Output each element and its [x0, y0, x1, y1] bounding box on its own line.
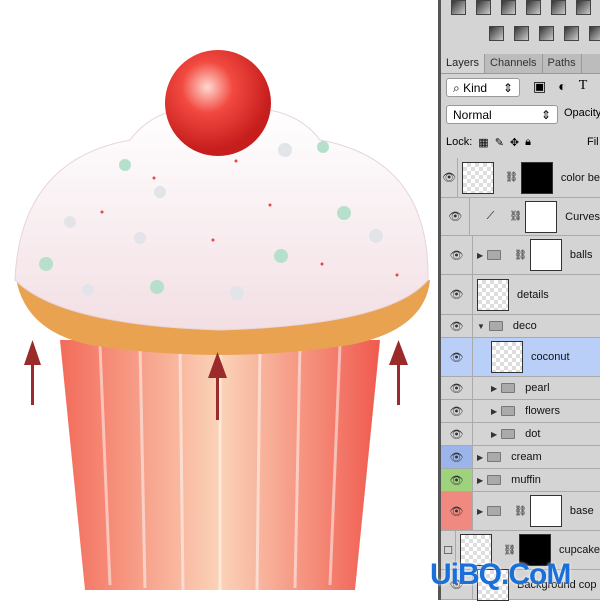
curves-icon: ⟋: [486, 210, 495, 222]
lock-row: Lock: ▦ ✎ ✥ 🔒︎: [446, 136, 531, 149]
layer-name: base: [569, 505, 594, 517]
mask-thumbnail: [525, 200, 558, 233]
layer-name: deco: [512, 320, 537, 332]
expand-triangle-icon[interactable]: ▶: [491, 430, 497, 439]
layer-thumbnail: [477, 278, 509, 311]
layer-row[interactable]: 👁︎ details: [441, 275, 600, 315]
stepper-icon: ⇕: [540, 108, 551, 122]
layer-row[interactable]: 👁︎ ⟋ ⛓ Curves: [441, 198, 600, 236]
adjustment-filter-icon: ◐: [558, 78, 567, 94]
expand-triangle-icon[interactable]: ▶: [491, 407, 497, 416]
filter-kind-select[interactable]: ⌕ Kind ⇕: [446, 78, 520, 97]
link-icon[interactable]: ⛓: [514, 250, 527, 261]
layer-name: balls: [569, 249, 593, 261]
link-icon[interactable]: ⛓: [509, 211, 522, 222]
adjustment-icons-row-1[interactable]: [451, 0, 591, 15]
layer-row[interactable]: 👁︎ coconut: [441, 338, 600, 377]
expand-triangle-icon[interactable]: ▶: [477, 453, 483, 462]
layer-name: color be: [560, 171, 600, 184]
stepper-icon: ⇕: [502, 81, 513, 95]
expand-triangle-icon[interactable]: ▶: [477, 507, 483, 516]
folder-icon: [487, 452, 502, 462]
fill-label: Fil: [587, 136, 599, 148]
folder-icon: [501, 429, 516, 439]
layer-thumbnail: [491, 341, 523, 373]
layer-row[interactable]: 👁︎ ▶ ⛓ base: [441, 492, 600, 531]
type-filter-icon: T: [578, 78, 588, 93]
layer-name: dot: [525, 428, 541, 440]
layer-name: details: [517, 288, 549, 301]
lock-transparent-icon[interactable]: ▦: [478, 136, 488, 149]
eye-icon[interactable]: 👁︎: [441, 338, 473, 376]
link-icon[interactable]: ⛓: [505, 172, 518, 183]
layer-name: flowers: [525, 405, 560, 417]
eye-icon[interactable]: 👁︎: [441, 198, 471, 235]
layer-row[interactable]: 👁︎ ▶ pearl: [441, 377, 600, 400]
layer-name: Curves: [565, 210, 600, 223]
layer-name: pearl: [525, 382, 550, 394]
watermark: UiBQ.CoM: [430, 558, 571, 591]
folder-icon: [487, 506, 502, 516]
eye-icon[interactable]: 👁︎: [441, 158, 459, 197]
lock-move-icon[interactable]: ✥: [510, 136, 519, 149]
layer-thumbnail: [462, 161, 495, 194]
eye-icon[interactable]: 👁︎: [441, 446, 473, 468]
folder-icon: [501, 383, 516, 393]
layer-row[interactable]: 👁︎ ⛓ color be: [441, 158, 600, 198]
layer-name: cream: [511, 451, 542, 463]
eye-icon[interactable]: 👁︎: [441, 377, 473, 399]
tab-layers[interactable]: Layers: [441, 54, 486, 73]
layer-row[interactable]: 👁︎ ▶ ⛓ balls: [441, 236, 600, 275]
eye-icon[interactable]: 👁︎: [441, 492, 473, 530]
layer-name: cupcake: [559, 544, 600, 556]
cupcake-illustration: [14, 50, 430, 591]
layer-name: coconut: [531, 351, 570, 363]
layer-name: muffin: [511, 474, 541, 486]
folder-icon: [501, 406, 516, 416]
link-icon[interactable]: ⛓: [514, 506, 527, 517]
layer-row[interactable]: 👁︎ ▶ muffin: [441, 469, 600, 492]
adjustment-icons-row-2[interactable]: [489, 26, 600, 41]
tab-channels[interactable]: Channels: [485, 54, 543, 73]
image-filter-icon: ▣: [533, 78, 547, 94]
layer-row[interactable]: 👁︎ ▼ deco: [441, 315, 600, 338]
folder-icon: [487, 475, 502, 485]
blend-mode-select[interactable]: Normal ⇕: [446, 105, 558, 124]
layer-row[interactable]: 👁︎ ▶ cream: [441, 446, 600, 469]
filter-icons[interactable]: ▣ ◐ T: [533, 78, 587, 95]
eye-icon[interactable]: 👁︎: [441, 236, 473, 274]
layer-row[interactable]: 👁︎ ▶ dot: [441, 423, 600, 446]
expand-triangle-icon[interactable]: ▶: [491, 384, 497, 393]
search-icon: ⌕: [453, 81, 464, 95]
eye-icon[interactable]: 👁︎: [441, 423, 473, 445]
mask-thumbnail: [520, 161, 553, 194]
tab-paths[interactable]: Paths: [543, 54, 582, 73]
eye-icon[interactable]: 👁︎: [441, 400, 473, 422]
lock-brush-icon[interactable]: ✎: [495, 136, 504, 149]
eye-icon[interactable]: 👁︎: [441, 275, 473, 314]
expand-triangle-icon[interactable]: ▶: [477, 476, 483, 485]
expand-triangle-icon[interactable]: ▼: [477, 322, 485, 331]
lock-all-icon[interactable]: 🔒︎: [525, 136, 531, 149]
eye-icon[interactable]: 👁︎: [441, 469, 473, 491]
panel-tabs: Layers Channels Paths: [441, 54, 600, 74]
expand-triangle-icon[interactable]: ▶: [477, 251, 483, 260]
link-icon[interactable]: ⛓: [503, 545, 516, 556]
mask-thumbnail: [529, 239, 562, 271]
layer-row[interactable]: 👁︎ ▶ flowers: [441, 400, 600, 423]
canvas[interactable]: [0, 0, 440, 600]
folder-icon: [487, 250, 502, 260]
opacity-label: Opacity: [564, 107, 600, 119]
layers-panel: Layers Channels Paths ⌕ Kind ⇕ ▣ ◐ T Norma…: [438, 0, 600, 601]
mask-thumbnail: [529, 495, 562, 527]
eye-icon[interactable]: 👁︎: [441, 315, 473, 337]
folder-icon: [488, 321, 503, 331]
